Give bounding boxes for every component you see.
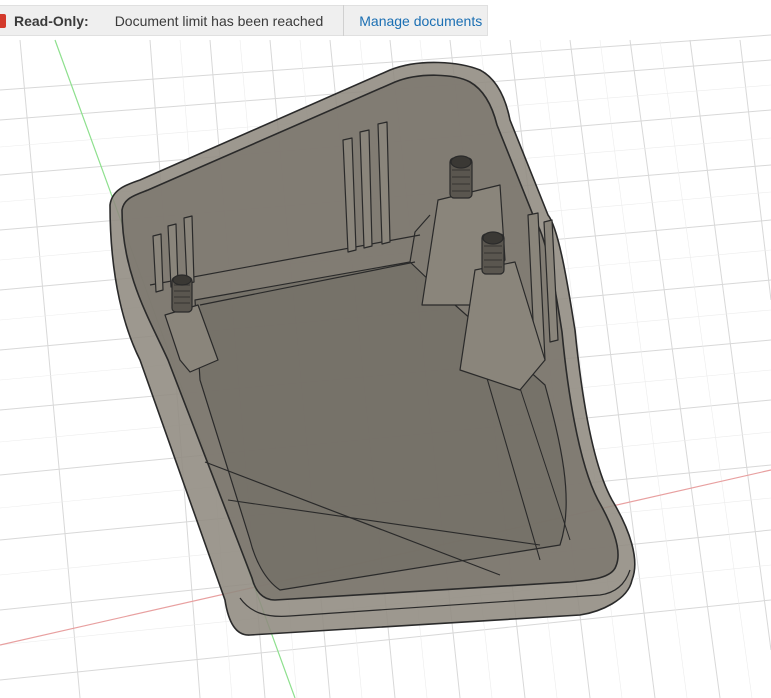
lock-icon	[0, 13, 6, 28]
read-only-banner: Read-Only: Document limit has been reach…	[0, 5, 488, 36]
read-only-label: Read-Only:	[14, 12, 89, 29]
3d-viewport[interactable]	[0, 0, 771, 698]
banner-divider	[343, 5, 345, 36]
document-limit-message: Document limit has been reached	[114, 12, 324, 29]
manage-documents-link[interactable]: Manage documents	[359, 13, 482, 29]
